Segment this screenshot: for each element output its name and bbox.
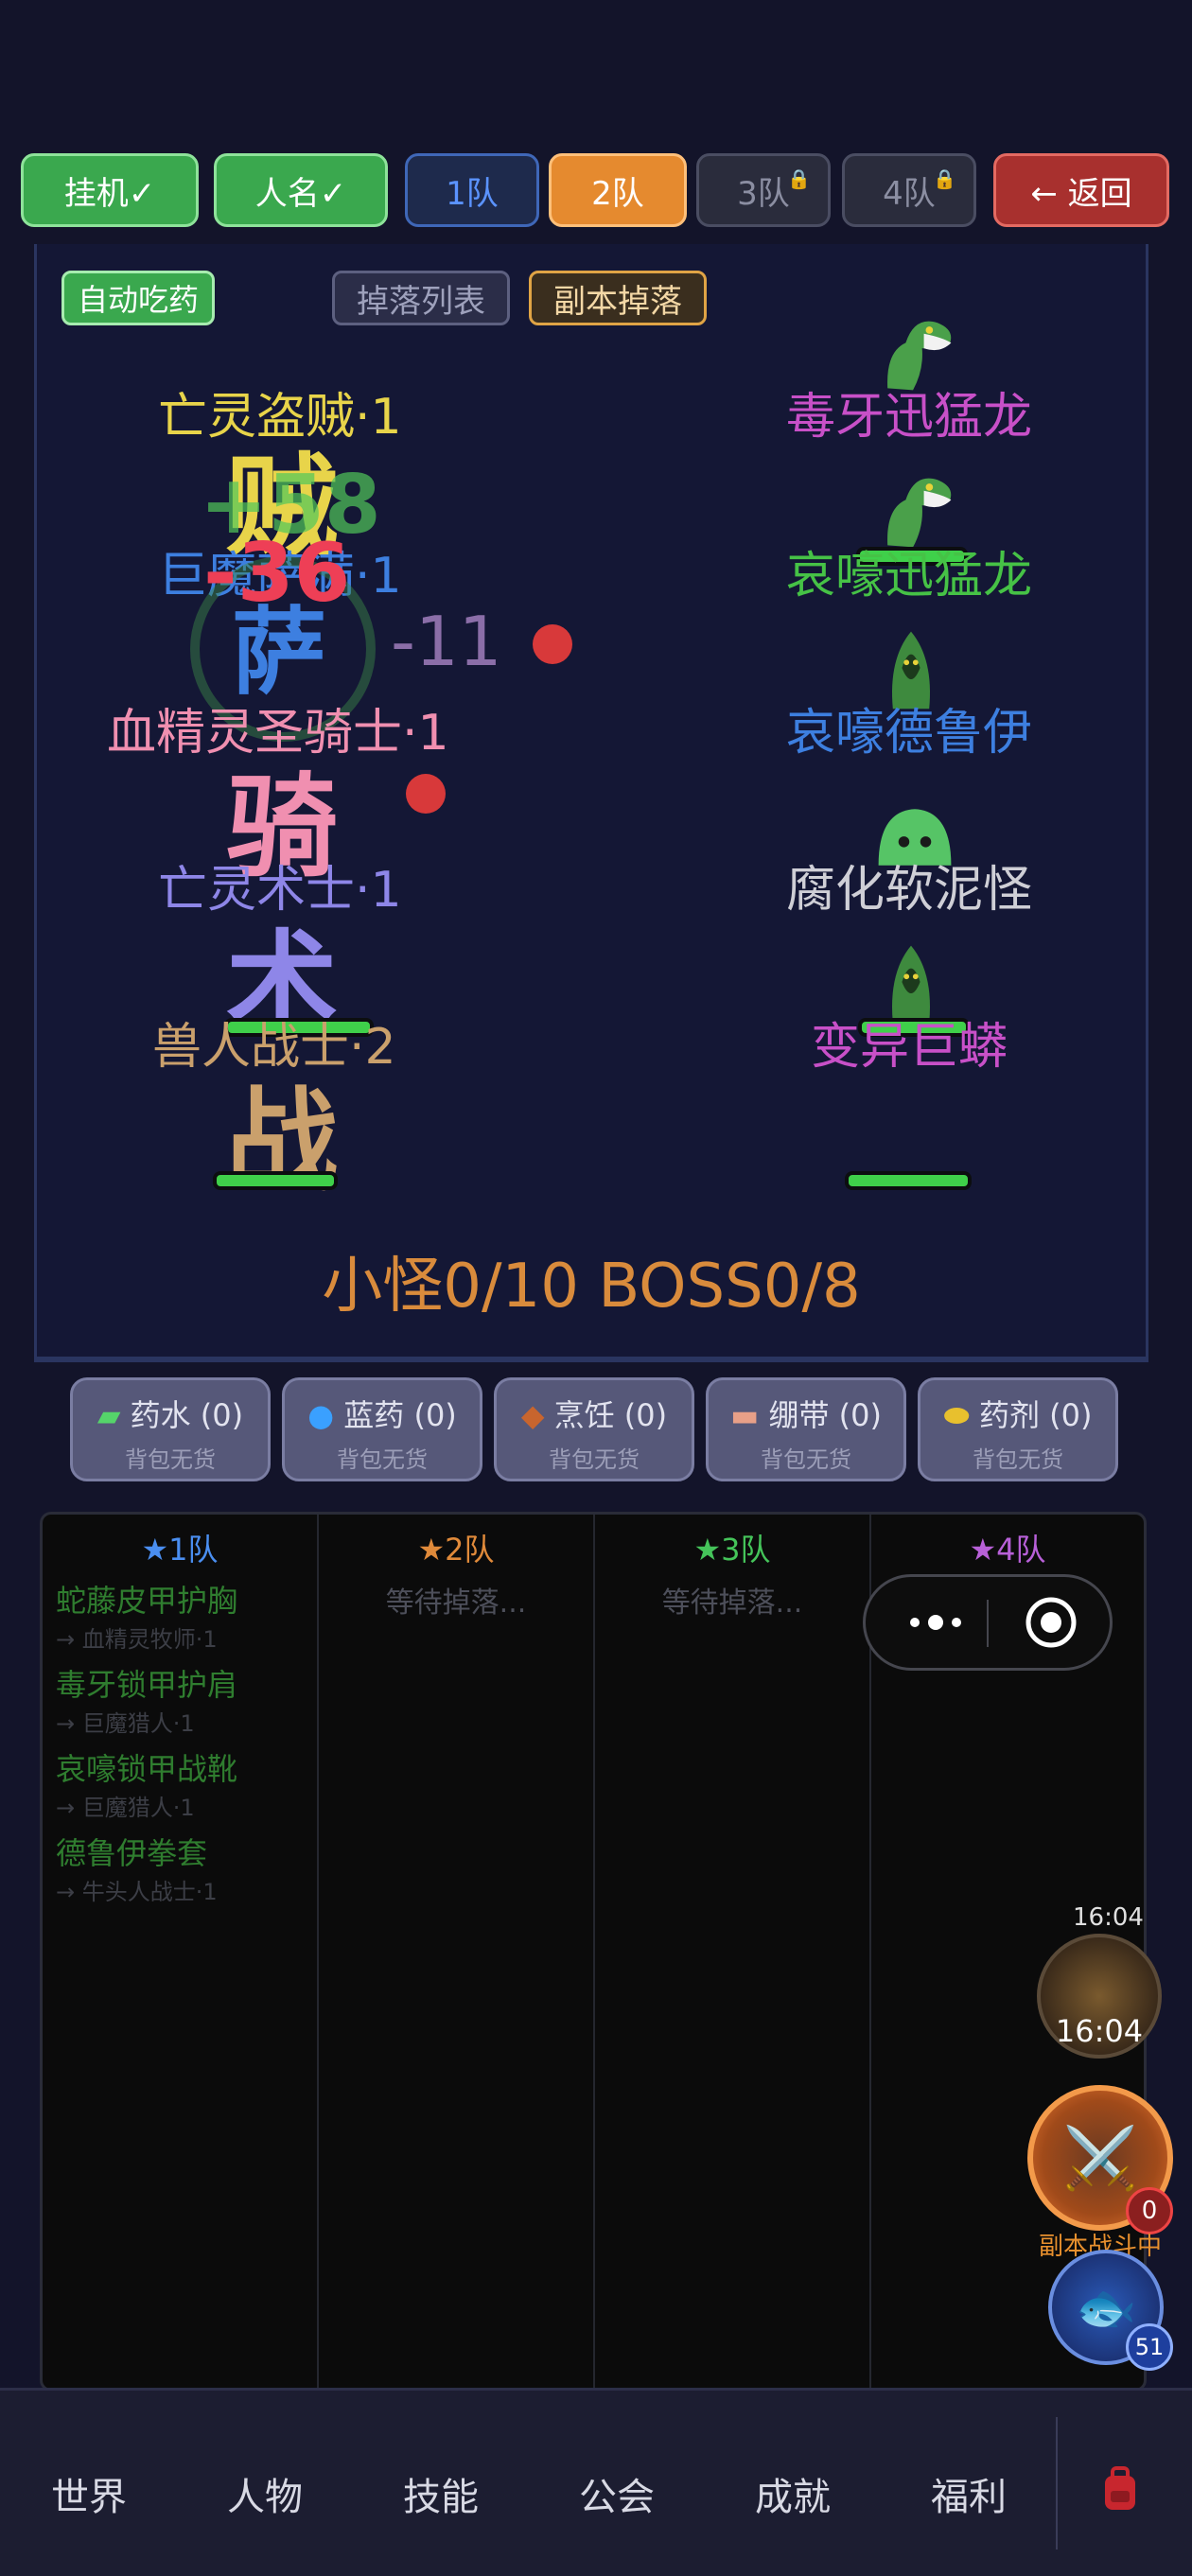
bandage-stock: 背包无货 xyxy=(761,1446,851,1473)
elixir-button[interactable]: ⬬ 药剂 (0) 背包无货 xyxy=(918,1377,1118,1481)
potion-label: 药水 (0) xyxy=(130,1397,244,1433)
crossed-swords-icon: ⚔️ xyxy=(1062,2123,1138,2194)
elixir-label: 药剂 (0) xyxy=(978,1397,1093,1433)
nav-guild[interactable]: 公会 xyxy=(579,2466,655,2521)
bandage-button[interactable]: ▬ 绷带 (0) 背包无货 xyxy=(706,1377,906,1481)
hero-hp-bar xyxy=(213,1171,338,1190)
mana-icon: ● xyxy=(307,1397,335,1433)
loot-column-team3: ★3队 等待掉落... xyxy=(595,1515,871,2389)
monster-name: 腐化软泥怪 xyxy=(786,862,1033,919)
potion-stock: 背包无货 xyxy=(125,1446,216,1473)
tab-team-4[interactable]: 4队 🔒 xyxy=(842,153,976,227)
clock-small: 16:04 xyxy=(1073,1903,1144,1932)
monster-name: 哀嚎迅猛龙 xyxy=(786,548,1033,605)
cooking-stock: 背包无货 xyxy=(549,1446,640,1473)
cooking-label: 烹饪 (0) xyxy=(553,1397,668,1433)
loot-waiting: 等待掉落... xyxy=(385,1586,527,1620)
drop-list-button[interactable]: 掉落列表 xyxy=(332,271,510,325)
more-menu-icon[interactable] xyxy=(898,1603,973,1641)
back-button[interactable]: ← 返回 xyxy=(993,153,1169,227)
close-target-icon[interactable] xyxy=(1025,1596,1078,1649)
tab-team-3[interactable]: 3队 🔒 xyxy=(696,153,831,227)
meat-icon: ◆ xyxy=(520,1397,545,1433)
loot-source: → 牛头人战士·1 xyxy=(56,1879,218,1905)
backpack-icon[interactable] xyxy=(1099,2466,1141,2514)
loot-column-title: ★1队 xyxy=(141,1532,219,1568)
monster-name: 哀嚎德鲁伊 xyxy=(786,705,1033,762)
nav-skills[interactable]: 技能 xyxy=(403,2466,479,2521)
monster-name: 变异巨蟒 xyxy=(811,1019,1008,1076)
loot-column-title: ★3队 xyxy=(693,1532,771,1568)
loot-source: → 巨魔猎人·1 xyxy=(56,1710,195,1737)
battle-panel: 自动吃药 掉落列表 副本掉落 亡灵盗贼·1 贼 巨魔萨满·1 萨 血精灵圣骑士·… xyxy=(34,244,1148,1362)
capsule-divider xyxy=(987,1600,989,1647)
potion-button[interactable]: ▰ 药水 (0) 背包无货 xyxy=(70,1377,271,1481)
loot-item[interactable]: 蛇藤皮甲护胸 xyxy=(56,1577,317,1621)
potion-icon: ▰ xyxy=(96,1397,121,1433)
miniprogram-capsule xyxy=(863,1574,1113,1671)
bandage-icon: ▬ xyxy=(730,1397,760,1433)
loot-waiting: 等待掉落... xyxy=(661,1586,803,1620)
tab-team-4-label: 4队 xyxy=(883,174,936,213)
idle-toggle-button[interactable]: 挂机✓ xyxy=(21,153,199,227)
bottom-nav: 世界 人物 技能 公会 成就 福利 xyxy=(0,2388,1192,2576)
elixir-stock: 背包无货 xyxy=(973,1446,1063,1473)
loot-column-team1: ★1队 蛇藤皮甲护胸 → 血精灵牧师·1 毒牙锁甲护肩 → 巨魔猎人·1 哀嚎锁… xyxy=(43,1515,319,2389)
projectile-dot xyxy=(406,774,446,814)
treasure-chest-button[interactable]: 16:04 xyxy=(1037,1934,1162,2059)
damage-number: -36 xyxy=(203,526,351,621)
tab-team-1[interactable]: 1队 xyxy=(405,153,539,227)
loot-item[interactable]: 毒牙锁甲护肩 xyxy=(56,1661,317,1705)
fish-icon: 🐟 xyxy=(1075,2279,1137,2337)
nav-welfare[interactable]: 福利 xyxy=(931,2466,1007,2521)
kill-counter: 小怪0/10 BOSS0/8 xyxy=(322,1252,861,1322)
auto-potion-button[interactable]: 自动吃药 xyxy=(61,271,215,325)
projectile-dot xyxy=(533,624,572,664)
loot-item[interactable]: 哀嚎锁甲战靴 xyxy=(56,1745,317,1789)
loot-item[interactable]: 德鲁伊拳套 xyxy=(56,1830,317,1873)
lock-icon: 🔒 xyxy=(787,167,811,190)
loot-column-title: ★4队 xyxy=(969,1532,1046,1568)
mana-stock: 背包无货 xyxy=(337,1446,428,1473)
nav-character[interactable]: 人物 xyxy=(227,2466,303,2521)
cooking-button[interactable]: ◆ 烹饪 (0) 背包无货 xyxy=(494,1377,694,1481)
monster-name: 毒牙迅猛龙 xyxy=(786,389,1033,446)
names-toggle-button[interactable]: 人名✓ xyxy=(214,153,388,227)
loot-column-team2: ★2队 等待掉落... xyxy=(319,1515,595,2389)
fishing-count-badge: 51 xyxy=(1126,2323,1173,2371)
nav-achievements[interactable]: 成就 xyxy=(755,2466,831,2521)
mana-label: 蓝药 (0) xyxy=(343,1397,457,1433)
loot-source: → 巨魔猎人·1 xyxy=(56,1795,195,1821)
chest-timer: 16:04 xyxy=(1055,2013,1144,2049)
damage-number: -11 xyxy=(391,602,502,681)
monster-hp-bar xyxy=(845,1171,972,1190)
loot-column-title: ★2队 xyxy=(417,1532,495,1568)
lock-icon: 🔒 xyxy=(933,167,956,190)
bandage-label: 绷带 (0) xyxy=(768,1397,882,1433)
nav-world[interactable]: 世界 xyxy=(51,2466,127,2521)
pill-icon: ⬬ xyxy=(943,1397,970,1433)
dungeon-drop-button[interactable]: 副本掉落 xyxy=(529,271,707,325)
tab-team-3-label: 3队 xyxy=(737,174,790,213)
nav-divider xyxy=(1056,2417,1058,2550)
loot-source: → 血精灵牧师·1 xyxy=(56,1626,218,1653)
mana-potion-button[interactable]: ● 蓝药 (0) 背包无货 xyxy=(282,1377,482,1481)
tab-team-2[interactable]: 2队 xyxy=(549,153,687,227)
